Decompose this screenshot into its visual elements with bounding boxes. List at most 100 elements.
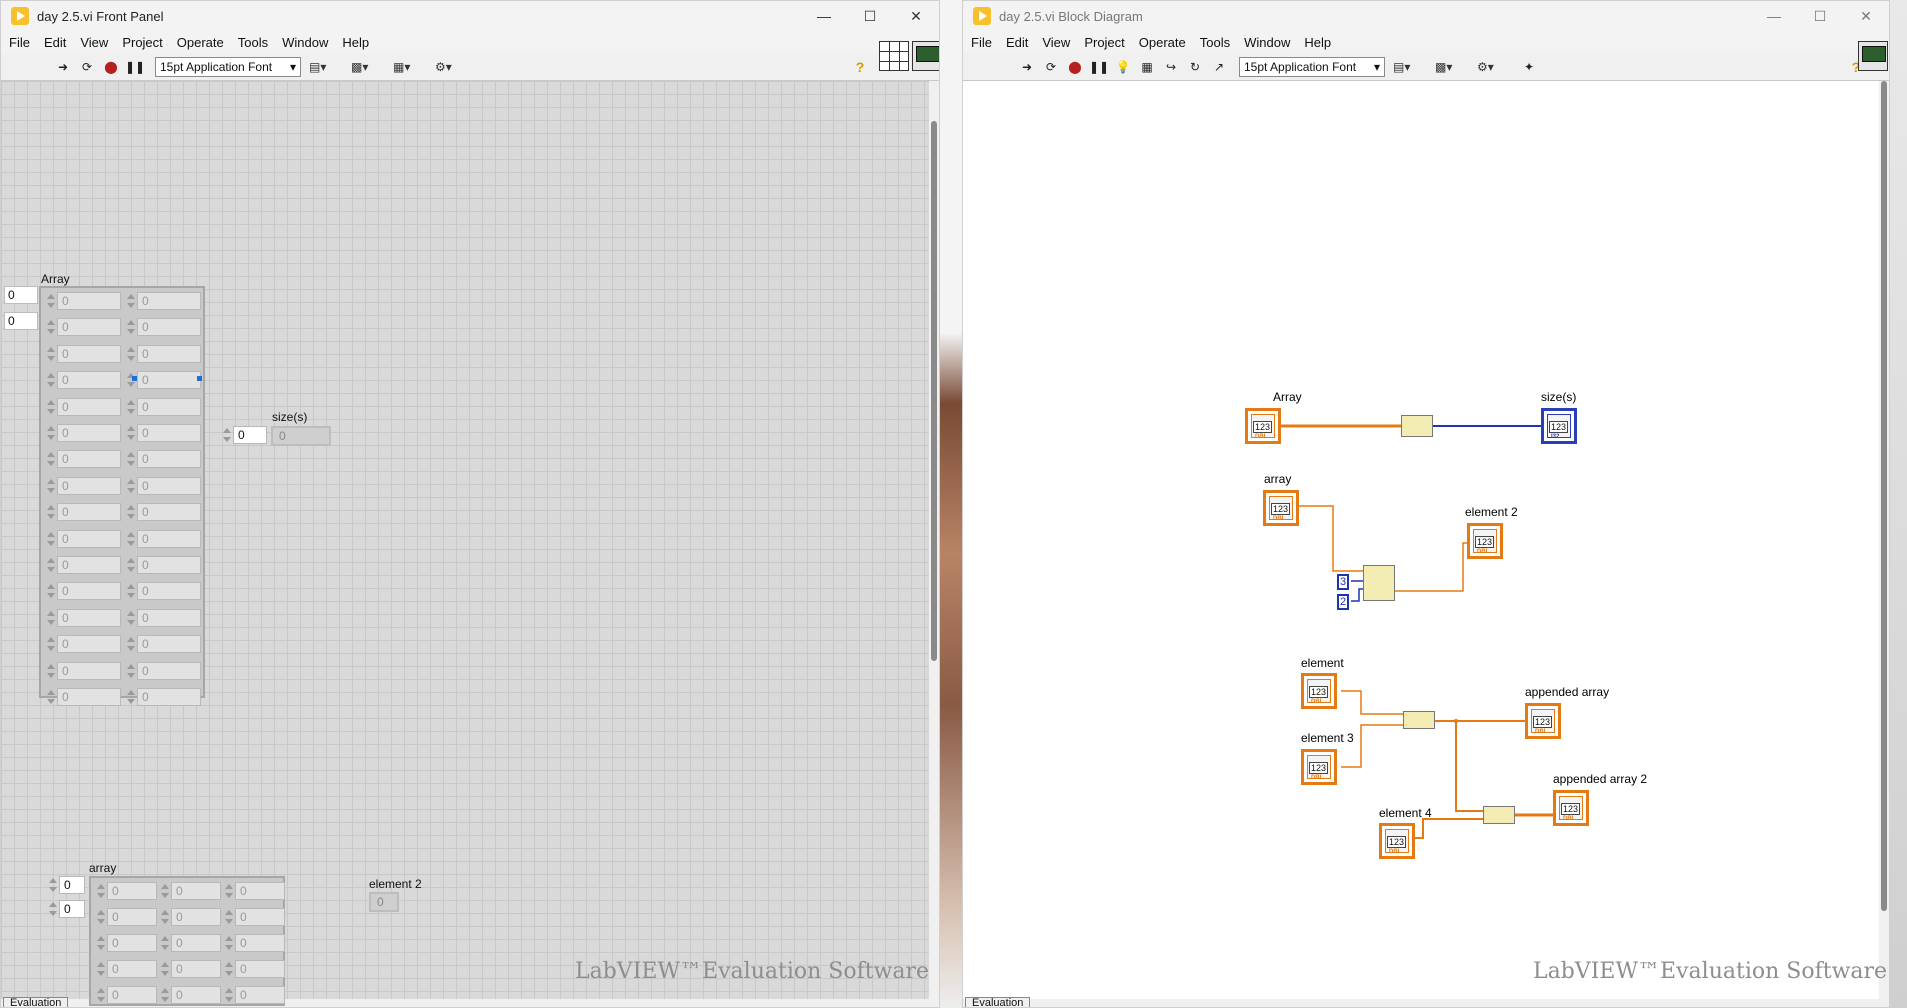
array-element-value[interactable]: 0 bbox=[57, 371, 121, 390]
array-element-value[interactable]: 0 bbox=[57, 582, 121, 601]
front-panel-canvas[interactable]: Array 0 0 000000000000000000000000000000… bbox=[1, 81, 931, 1006]
pause-icon[interactable]: ❚❚ bbox=[125, 57, 145, 77]
array-element-value[interactable]: 0 bbox=[137, 529, 201, 548]
array-element-value[interactable]: 0 bbox=[137, 608, 201, 627]
array-element-value[interactable]: 0 bbox=[107, 960, 157, 978]
array-element-value[interactable]: 0 bbox=[57, 476, 121, 495]
spinner-icon[interactable] bbox=[45, 477, 57, 495]
menu-project[interactable]: Project bbox=[122, 35, 162, 50]
spinner-icon[interactable] bbox=[125, 662, 137, 680]
array-element[interactable]: 0 bbox=[125, 661, 201, 680]
menu-tools[interactable]: Tools bbox=[238, 35, 268, 50]
array2-control-terminal[interactable]: 123 DBL bbox=[1263, 490, 1299, 526]
array-element[interactable]: 0 bbox=[125, 450, 201, 469]
clean-up-diagram-icon[interactable]: ✦ bbox=[1519, 57, 1539, 77]
array-element-value[interactable]: 0 bbox=[57, 424, 121, 442]
spinner-icon[interactable] bbox=[159, 986, 171, 1004]
spinner-icon[interactable] bbox=[125, 503, 137, 521]
array-element-value[interactable]: 0 bbox=[57, 397, 121, 416]
array-element-value[interactable]: 0 bbox=[57, 344, 121, 363]
selection-handle[interactable] bbox=[197, 376, 202, 381]
array2-row-index-value[interactable]: 0 bbox=[59, 876, 85, 894]
menu-window[interactable]: Window bbox=[1244, 35, 1290, 50]
array-element[interactable]: 0 bbox=[125, 688, 201, 706]
array-element-value[interactable]: 0 bbox=[107, 986, 157, 1004]
selection-handle[interactable] bbox=[132, 376, 137, 381]
array-element[interactable]: 0 bbox=[95, 908, 157, 926]
menu-file[interactable]: File bbox=[9, 35, 30, 50]
help-icon[interactable]: ? bbox=[851, 58, 869, 76]
vertical-scrollbar[interactable] bbox=[929, 81, 939, 999]
spinner-icon[interactable] bbox=[221, 426, 233, 444]
array-element[interactable]: 0 bbox=[125, 608, 201, 627]
array-row-index[interactable]: 0 bbox=[4, 286, 38, 304]
spinner-icon[interactable] bbox=[125, 292, 137, 310]
array-element[interactable]: 0 bbox=[125, 424, 201, 442]
array2-col-index-value[interactable]: 0 bbox=[59, 900, 85, 918]
menu-file[interactable]: File bbox=[971, 35, 992, 50]
reorder-icon[interactable]: ⚙▾ bbox=[435, 57, 473, 77]
array-element[interactable]: 0 bbox=[125, 318, 201, 337]
array-element[interactable]: 0 bbox=[223, 960, 285, 978]
element2-indicator-terminal[interactable]: 123 DBL bbox=[1467, 523, 1503, 559]
array-element[interactable]: 0 bbox=[45, 371, 121, 390]
array-element[interactable]: 0 bbox=[125, 344, 201, 363]
element-control-terminal[interactable]: 123 DBL bbox=[1301, 673, 1337, 709]
build-array-node[interactable] bbox=[1403, 711, 1435, 729]
array-element[interactable]: 0 bbox=[159, 960, 221, 978]
array-element-value[interactable]: 0 bbox=[57, 318, 121, 337]
array-element[interactable]: 0 bbox=[223, 882, 285, 900]
spinner-icon[interactable] bbox=[45, 318, 57, 336]
spinner-icon[interactable] bbox=[45, 450, 57, 468]
array-element[interactable]: 0 bbox=[45, 608, 121, 627]
spinner-icon[interactable] bbox=[125, 530, 137, 548]
array-element[interactable]: 0 bbox=[125, 476, 201, 495]
array-element-value[interactable]: 0 bbox=[235, 960, 285, 978]
array-element-value[interactable]: 0 bbox=[137, 661, 201, 680]
menu-edit[interactable]: Edit bbox=[1006, 35, 1028, 50]
array-element[interactable]: 0 bbox=[45, 450, 121, 469]
spinner-icon[interactable] bbox=[223, 986, 235, 1004]
element4-control-terminal[interactable]: 123 DBL bbox=[1379, 823, 1415, 859]
spinner-icon[interactable] bbox=[45, 662, 57, 680]
array-element[interactable]: 0 bbox=[45, 476, 121, 495]
array-element-value[interactable]: 0 bbox=[235, 908, 285, 926]
font-dropdown[interactable]: 15pt Application Font ▾ bbox=[155, 56, 301, 77]
array-element[interactable]: 0 bbox=[159, 882, 221, 900]
array-element-value[interactable]: 0 bbox=[137, 635, 201, 654]
align-objects-icon[interactable]: ▤▾ bbox=[1393, 57, 1431, 77]
spinner-icon[interactable] bbox=[95, 882, 107, 900]
spinner-icon[interactable] bbox=[125, 688, 137, 706]
array-element-value[interactable]: 0 bbox=[137, 318, 201, 337]
array-element[interactable]: 0 bbox=[125, 292, 201, 310]
element3-control-terminal[interactable]: 123 DBL bbox=[1301, 749, 1337, 785]
spinner-icon[interactable] bbox=[125, 318, 137, 336]
array-element[interactable]: 0 bbox=[45, 397, 121, 416]
array-element[interactable]: 0 bbox=[223, 986, 285, 1004]
retain-wire-values-icon[interactable]: ▦ bbox=[1137, 57, 1157, 77]
array-col-index[interactable]: 0 bbox=[4, 312, 38, 330]
array-element-value[interactable]: 0 bbox=[57, 635, 121, 654]
array-element[interactable]: 0 bbox=[125, 582, 201, 601]
spinner-icon[interactable] bbox=[223, 934, 235, 952]
abort-icon[interactable]: ⬤ bbox=[101, 57, 121, 77]
maximize-icon[interactable]: ☐ bbox=[1797, 1, 1843, 31]
array-element-value[interactable]: 0 bbox=[137, 450, 201, 469]
vi-icon[interactable] bbox=[1858, 41, 1888, 71]
array-element-value[interactable]: 0 bbox=[137, 344, 201, 363]
array-element-value[interactable]: 0 bbox=[171, 934, 221, 952]
index-array-node[interactable] bbox=[1363, 565, 1395, 601]
spinner-icon[interactable] bbox=[45, 556, 57, 574]
spinner-icon[interactable] bbox=[125, 609, 137, 627]
menu-project[interactable]: Project bbox=[1084, 35, 1124, 50]
appended-array2-indicator-terminal[interactable]: 123 DBL bbox=[1553, 790, 1589, 826]
array-element-value[interactable]: 0 bbox=[57, 661, 121, 680]
array2-row-index[interactable]: 0 bbox=[47, 876, 85, 894]
array-element[interactable]: 0 bbox=[45, 503, 121, 522]
sizes-index[interactable]: 0 bbox=[221, 426, 267, 444]
block-diagram-canvas[interactable]: Array 123 DBL size(s) 123 I32 array 123 DBL… bbox=[963, 81, 1883, 999]
spinner-icon[interactable] bbox=[45, 609, 57, 627]
spinner-icon[interactable] bbox=[125, 345, 137, 363]
spinner-icon[interactable] bbox=[47, 876, 59, 894]
spinner-icon[interactable] bbox=[45, 688, 57, 706]
